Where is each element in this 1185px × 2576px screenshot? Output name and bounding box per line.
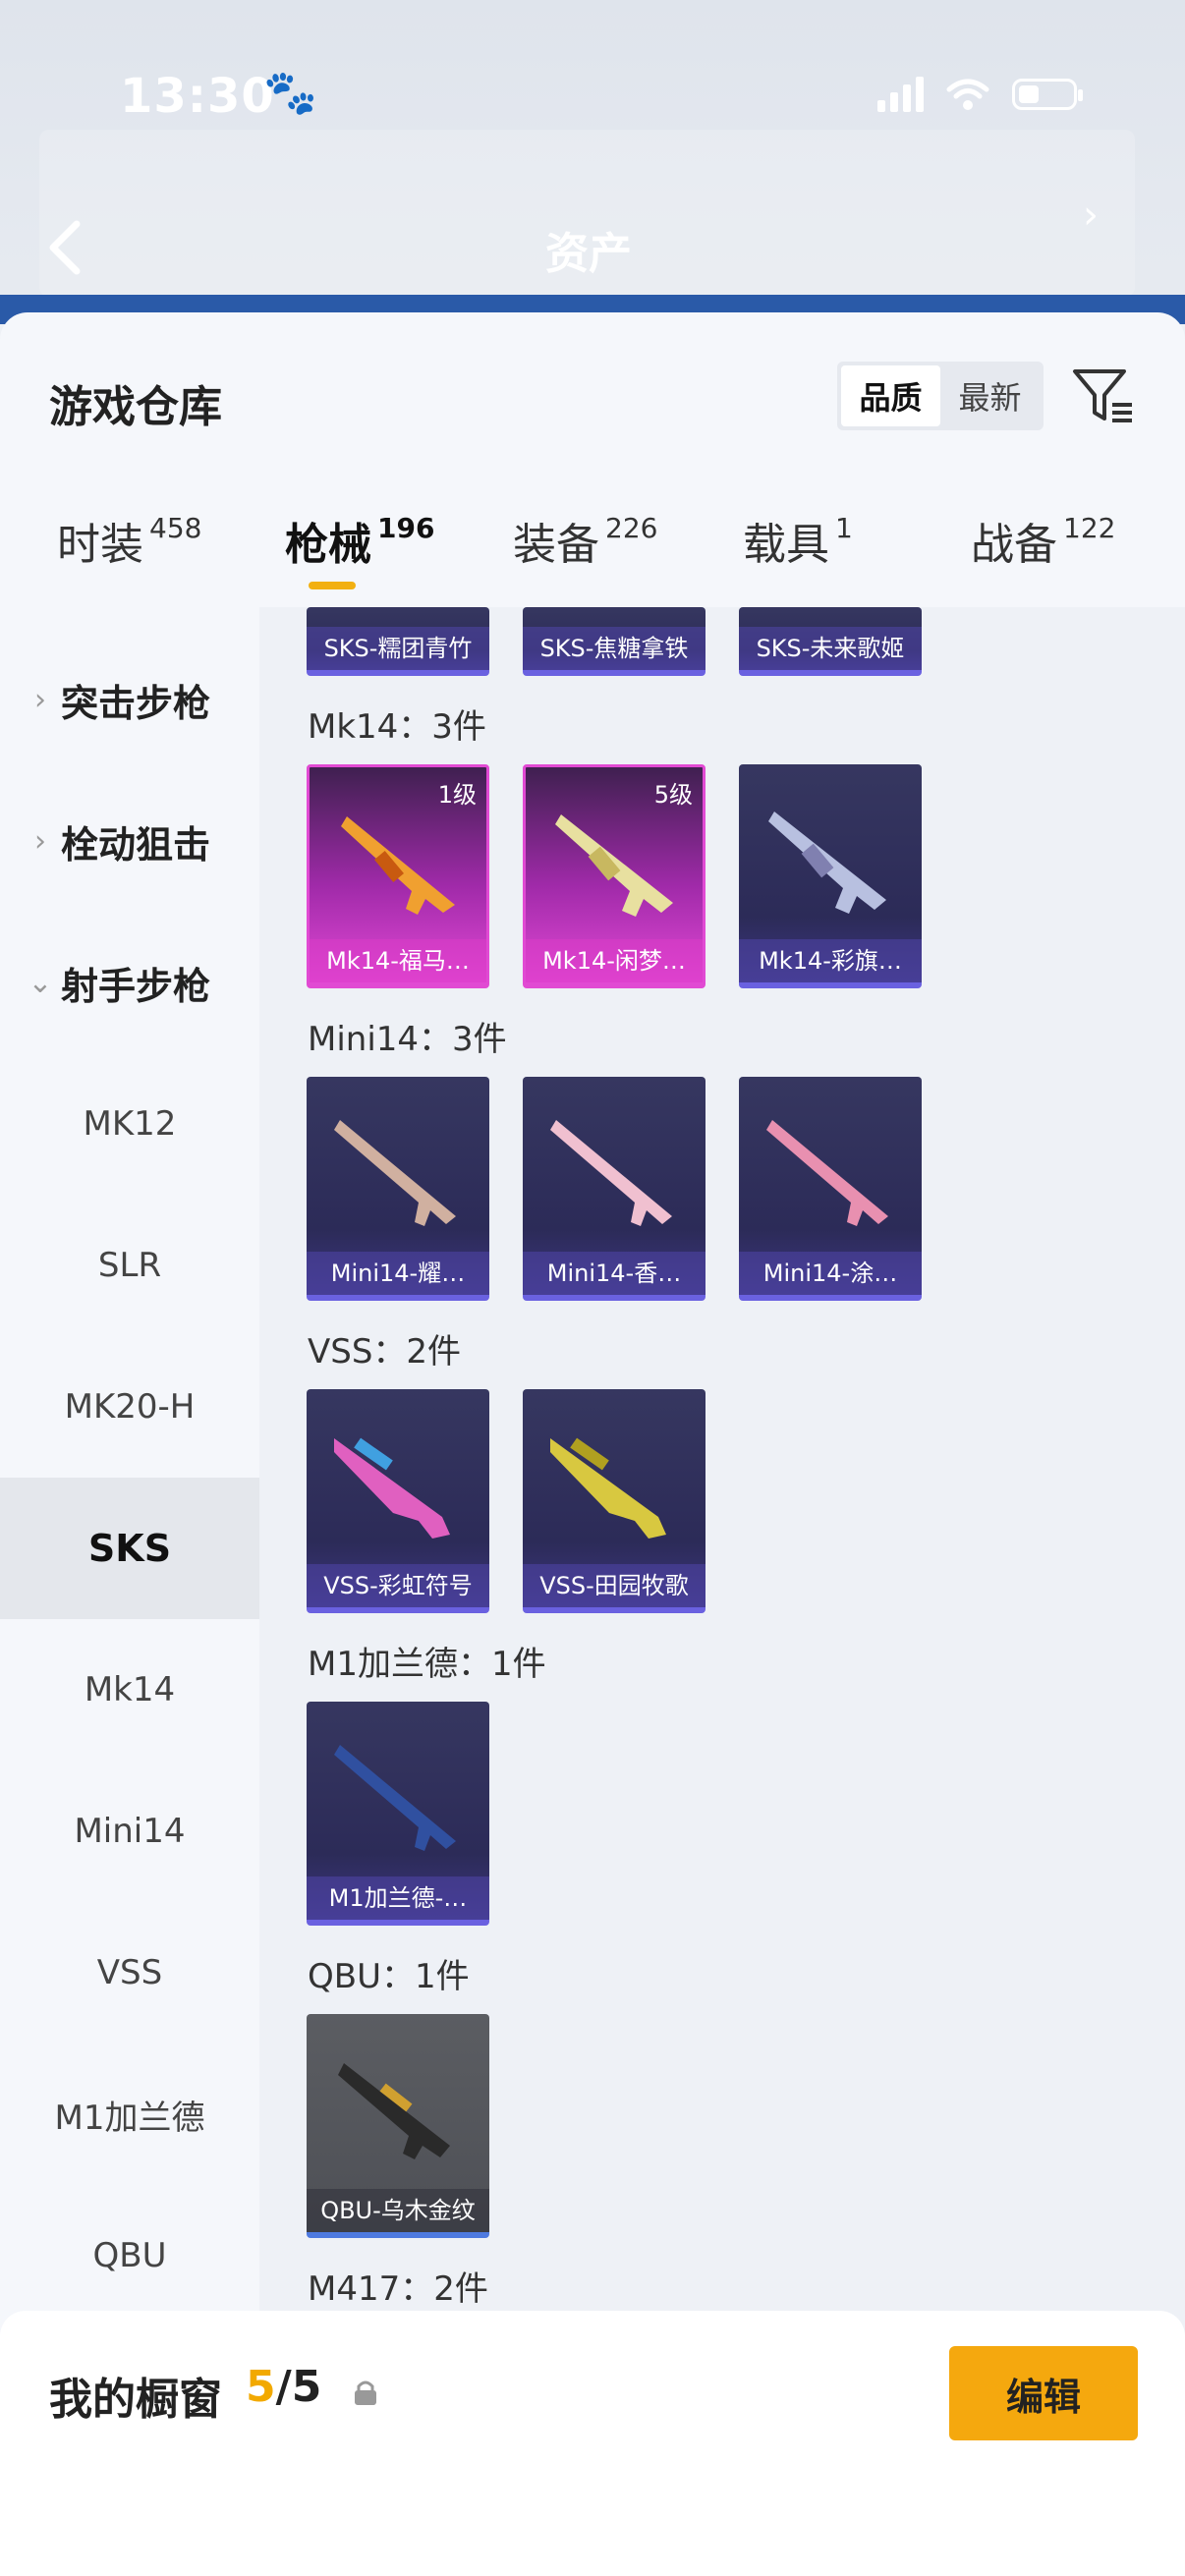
- sidebar-item-sks[interactable]: SKS: [0, 1478, 259, 1619]
- gun-image: [334, 1120, 456, 1226]
- battery-icon: [1012, 79, 1083, 110]
- filter-icon[interactable]: [1071, 364, 1136, 428]
- sidebar-item-mk12[interactable]: MK12: [0, 1053, 259, 1195]
- sidebar-item-mini14[interactable]: Mini14: [0, 1761, 259, 1902]
- gun-image: [555, 814, 673, 917]
- gun-image: [341, 816, 455, 915]
- tab-guns[interactable]: 枪械 196: [285, 509, 434, 572]
- chevron-right-icon: ›: [1083, 193, 1099, 238]
- page-title: 资产: [545, 229, 632, 279]
- edit-button[interactable]: 编辑: [949, 2346, 1138, 2440]
- sidebar-item-vss[interactable]: VSS: [0, 1902, 259, 2044]
- sort-toggle: 品质 最新: [837, 362, 1044, 430]
- sidebar-item-mk20h[interactable]: MK20-H: [0, 1336, 259, 1478]
- item-card[interactable]: SKS-未来歌姬: [739, 607, 922, 676]
- chevron-right-icon: ›: [34, 823, 46, 859]
- item-card[interactable]: Mini14-涂…: [739, 1077, 922, 1301]
- blurred-backdrop: 13:30 🐾 资产 ›: [0, 0, 1185, 324]
- chevron-right-icon: ›: [34, 682, 46, 717]
- my-window-bar: 我的橱窗 5/5 编辑: [0, 2311, 1185, 2576]
- signal-icon: [877, 77, 924, 112]
- lock-icon: [355, 2380, 376, 2405]
- tab-fashion[interactable]: 时装 458: [57, 509, 201, 572]
- sidebar-item-mk14[interactable]: Mk14: [0, 1619, 259, 1761]
- gun-image: [550, 1120, 672, 1226]
- status-time: 13:30: [120, 69, 275, 124]
- sidebar-item-m1-garand[interactable]: M1加兰德: [0, 2044, 259, 2185]
- status-indicators: [877, 77, 1083, 112]
- warehouse-sheet: 游戏仓库 品质 最新 时装 458 枪械 196 装备 226 载具 1 战备 122 ›…: [0, 312, 1185, 2576]
- wifi-icon: [946, 79, 989, 110]
- sidebar-item-qbu[interactable]: QBU: [0, 2185, 259, 2326]
- item-card[interactable]: M1加兰德-…: [307, 1702, 489, 1926]
- group-label: VSS：2件: [308, 1332, 462, 1372]
- warehouse-title: 游戏仓库: [49, 382, 222, 432]
- sort-latest-button[interactable]: 最新: [940, 365, 1040, 426]
- sidebar-item-slr[interactable]: SLR: [0, 1195, 259, 1336]
- group-label: M417：2件: [308, 2269, 488, 2309]
- group-label: Mini14：3件: [308, 1020, 507, 1059]
- category-marksman-rifle[interactable]: ⌄ 射手步枪: [0, 912, 259, 1053]
- group-label: QBU：1件: [308, 1957, 470, 1996]
- category-nav: › 突击步枪 › 栓动狙击 ⌄ 射手步枪 MK12 SLR MK20-H SKS…: [0, 607, 259, 2576]
- gun-image: [766, 1120, 888, 1226]
- tab-supplies[interactable]: 战备 122: [971, 509, 1115, 572]
- item-card[interactable]: 1级 Mk14-福马…: [307, 764, 489, 988]
- tab-bar: 时装 458 枪械 196 装备 226 载具 1 战备 122: [0, 509, 1185, 607]
- my-window-title: 我的橱窗: [49, 2375, 222, 2425]
- sort-quality-button[interactable]: 品质: [841, 365, 940, 426]
- tab-vehicles[interactable]: 载具 1: [743, 509, 853, 572]
- group-label: Mk14：3件: [308, 707, 486, 747]
- back-arrow-icon[interactable]: [45, 218, 83, 277]
- item-card[interactable]: VSS-彩虹符号: [307, 1389, 489, 1613]
- gun-image: [768, 812, 886, 914]
- group-label: M1加兰德：1件: [308, 1645, 546, 1684]
- item-card[interactable]: 5级 Mk14-闲梦…: [523, 764, 705, 988]
- gun-image: [334, 1437, 450, 1539]
- item-card[interactable]: VSS-田园牧歌: [523, 1389, 705, 1613]
- gun-image: [334, 1745, 456, 1851]
- item-card[interactable]: SKS-糯团青竹: [307, 607, 489, 676]
- my-window-count: 5/5: [246, 2362, 322, 2412]
- item-grid: SKS-糯团青竹 SKS-焦糖拿铁 SKS-未来歌姬 Mk14：3件 1级 Mk…: [259, 607, 1185, 2576]
- active-tab-indicator: [309, 582, 356, 589]
- chevron-down-icon: ⌄: [28, 965, 53, 1000]
- category-assault-rifle[interactable]: › 突击步枪: [0, 629, 259, 770]
- item-card[interactable]: Mini14-耀…: [307, 1077, 489, 1301]
- tab-equipment[interactable]: 装备 226: [513, 509, 657, 572]
- item-card[interactable]: SKS-焦糖拿铁: [523, 607, 705, 676]
- category-bolt-sniper[interactable]: › 栓动狙击: [0, 770, 259, 912]
- gun-image: [550, 1437, 666, 1539]
- gun-image: [338, 2063, 450, 2159]
- paw-icon: 🐾: [263, 68, 317, 118]
- item-card[interactable]: Mk14-彩旗…: [739, 764, 922, 988]
- item-card[interactable]: QBU-乌木金纹: [307, 2014, 489, 2238]
- item-card[interactable]: Mini14-香…: [523, 1077, 705, 1301]
